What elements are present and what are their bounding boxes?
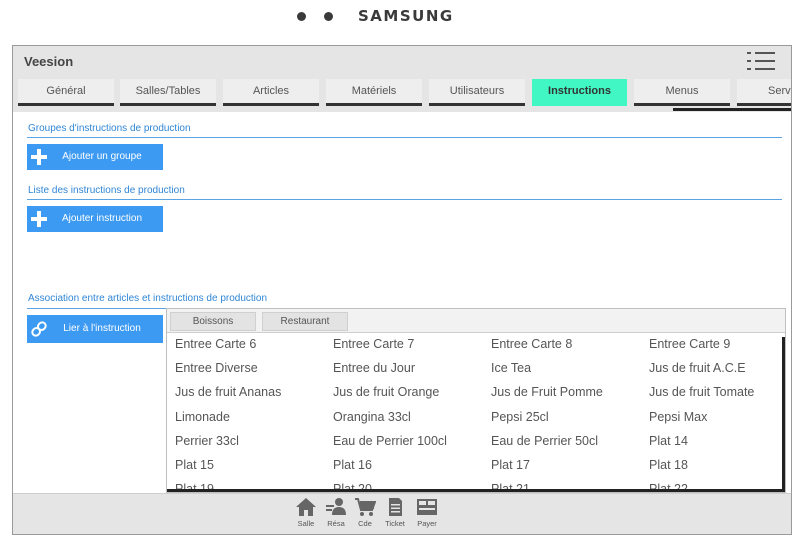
nav-resa[interactable]: Résa	[321, 497, 351, 533]
article-item[interactable]: Eau de Perrier 50cl	[491, 434, 598, 448]
article-item[interactable]: Entree Carte 6	[175, 337, 256, 351]
article-item[interactable]: Pepsi 25cl	[491, 410, 549, 424]
article-item[interactable]: Jus de fruit A.C.E	[649, 361, 746, 375]
category-subtabs: Boissons Restaurant	[167, 309, 785, 333]
article-item[interactable]: Pepsi Max	[649, 410, 707, 424]
section-title-list: Liste des instructions de production	[28, 185, 185, 196]
tab-menus[interactable]: Menus	[634, 79, 730, 106]
article-item[interactable]: Jus de fruit Ananas	[175, 385, 281, 399]
hamburger-menu-icon[interactable]	[747, 52, 775, 71]
ticket-icon	[389, 498, 402, 516]
nav-cde[interactable]: Cde	[350, 497, 380, 533]
section-title-groups: Groupes d'instructions de production	[28, 123, 191, 134]
camera-dot	[297, 12, 306, 21]
tab-general[interactable]: Général	[18, 79, 114, 106]
tab-salles-tables[interactable]: Salles/Tables	[120, 79, 216, 106]
home-icon	[296, 498, 316, 516]
title-bar: Veesion	[13, 46, 791, 76]
tab-articles[interactable]: Articles	[223, 79, 319, 106]
article-item[interactable]: Entree du Jour	[333, 361, 415, 375]
article-item[interactable]: Jus de fruit Tomate	[649, 385, 754, 399]
tab-materiels[interactable]: Matériels	[326, 79, 422, 106]
tab-underline	[673, 108, 791, 111]
subtab-boissons[interactable]: Boissons	[170, 312, 256, 331]
tab-instructions[interactable]: Instructions	[532, 79, 627, 106]
scrollbar[interactable]	[782, 337, 785, 492]
nav-ticket[interactable]: Ticket	[380, 497, 410, 533]
article-item[interactable]: Plat 17	[491, 458, 530, 472]
nav-label: Cde	[358, 519, 372, 528]
section-divider	[27, 137, 782, 138]
article-item[interactable]: Jus de Fruit Pomme	[491, 385, 603, 399]
panel-bottom-border	[167, 489, 785, 492]
article-item[interactable]: Plat 14	[649, 434, 688, 448]
article-item[interactable]: Eau de Perrier 100cl	[333, 434, 447, 448]
article-item[interactable]: Entree Carte 7	[333, 337, 414, 351]
nav-salle[interactable]: Salle	[291, 497, 321, 533]
app-title: Veesion	[24, 54, 74, 69]
add-instruction-button[interactable]: Ajouter instruction	[27, 206, 163, 232]
article-item[interactable]: Entree Carte 9	[649, 337, 730, 351]
section-title-association: Association entre articles et instructio…	[28, 293, 268, 304]
subtab-restaurant[interactable]: Restaurant	[262, 312, 348, 331]
add-group-button-label: Ajouter un groupe	[62, 151, 142, 162]
article-item[interactable]: Perrier 33cl	[175, 434, 239, 448]
article-item[interactable]: Limonade	[175, 410, 230, 424]
article-item[interactable]: Plat 16	[333, 458, 372, 472]
link-instruction-button[interactable]: Lier à l'instruction	[27, 315, 163, 343]
sensor-dot	[324, 12, 333, 21]
add-instruction-button-label: Ajouter instruction	[61, 213, 143, 224]
bottom-nav: Salle Résa Cde Ticket Payer	[13, 493, 791, 534]
tab-bar: Général Salles/Tables Articles Matériels…	[13, 76, 791, 112]
nav-payer[interactable]: Payer	[412, 497, 442, 533]
article-item[interactable]: Ice Tea	[491, 361, 531, 375]
cart-icon	[355, 498, 376, 516]
article-item[interactable]: Entree Carte 8	[491, 337, 572, 351]
article-item[interactable]: Orangina 33cl	[333, 410, 411, 424]
nav-label: Salle	[297, 519, 315, 528]
association-panel: Boissons Restaurant Entree Carte 6 Entre…	[166, 308, 786, 493]
section-divider	[27, 199, 782, 200]
device-brand: SAMSUNG	[358, 7, 454, 25]
app-window: Veesion Général Salles/Tables Articles M…	[12, 45, 792, 535]
nav-label: Ticket	[385, 519, 405, 528]
article-item[interactable]: Plat 18	[649, 458, 688, 472]
link-instruction-button-label: Lier à l'instruction	[63, 323, 141, 334]
payment-icon	[417, 499, 437, 515]
tab-utilisateurs[interactable]: Utilisateurs	[429, 79, 525, 106]
article-grid: Entree Carte 6 Entree Carte 7 Entree Car…	[175, 337, 785, 492]
article-item[interactable]: Jus de fruit Orange	[333, 385, 439, 399]
nav-label: Payer	[417, 519, 437, 528]
device-bezel: SAMSUNG	[0, 0, 800, 46]
article-item[interactable]: Entree Diverse	[175, 361, 258, 375]
tab-services[interactable]: Servi	[737, 79, 791, 106]
article-item[interactable]: Plat 15	[175, 458, 214, 472]
reservation-icon	[326, 498, 346, 515]
add-group-button[interactable]: Ajouter un groupe	[27, 144, 163, 170]
nav-label: Résa	[327, 519, 345, 528]
